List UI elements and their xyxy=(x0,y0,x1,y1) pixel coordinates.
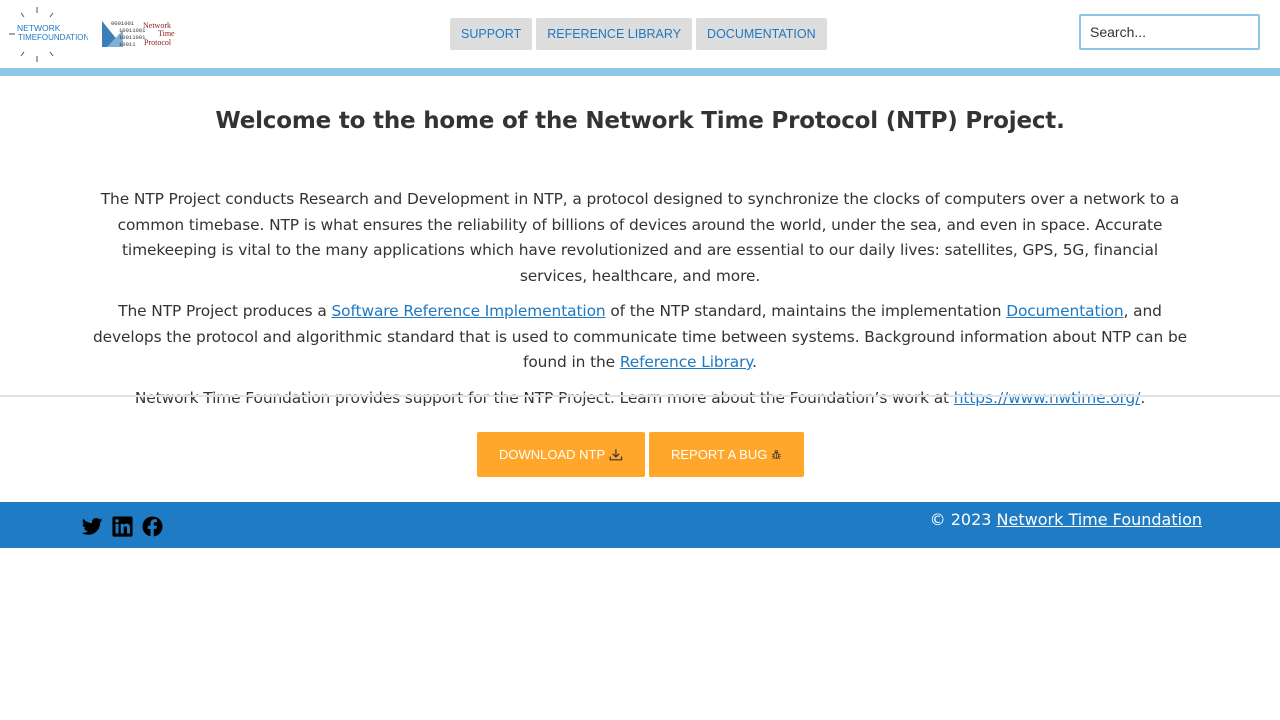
facebook-icon[interactable] xyxy=(142,516,163,537)
nav-support[interactable]: SUPPORT xyxy=(450,18,533,50)
svg-text:Protocol: Protocol xyxy=(144,38,172,47)
report-bug-button[interactable]: REPORT A BUG xyxy=(649,432,804,477)
paragraph-text: . xyxy=(752,353,757,371)
action-buttons: DOWNLOAD NTP REPORT A BUG xyxy=(477,432,804,477)
intro-paragraph-2: The NTP Project produces a Software Refe… xyxy=(88,299,1192,376)
nav-reference-library[interactable]: REFERENCE LIBRARY xyxy=(536,18,693,50)
report-bug-label: REPORT A BUG xyxy=(671,447,768,462)
reference-library-link[interactable]: Reference Library xyxy=(620,353,752,371)
intro-paragraph-1: The NTP Project conducts Research and De… xyxy=(100,190,1180,285)
paragraph-text: of the NTP standard, maintains the imple… xyxy=(605,302,1007,320)
svg-text:10011001: 10011001 xyxy=(119,34,146,41)
network-time-foundation-logo[interactable]: NETWORK TIME FOUNDATION xyxy=(8,6,88,63)
intro-content: The NTP Project conducts Research and De… xyxy=(88,187,1192,421)
header-accent-bar xyxy=(0,68,1280,76)
nav-documentation[interactable]: DOCUMENTATION xyxy=(696,18,827,50)
social-links xyxy=(81,516,163,537)
footer-nwtf-link[interactable]: Network Time Foundation xyxy=(997,510,1202,529)
nwtime-link[interactable]: https://www.nwtime.org/ xyxy=(954,389,1141,407)
documentation-link[interactable]: Documentation xyxy=(1006,302,1123,320)
paragraph-text: . xyxy=(1140,388,1146,407)
site-header: NETWORK TIME FOUNDATION 0001001 10011001… xyxy=(0,0,1280,68)
download-icon xyxy=(609,449,623,461)
svg-text:TIME: TIME xyxy=(18,33,37,42)
ntp-logo[interactable]: 0001001 10011001 10011001 10011 Network … xyxy=(101,20,183,48)
section-divider xyxy=(0,395,1280,397)
download-ntp-label: DOWNLOAD NTP xyxy=(499,447,606,462)
search-input[interactable] xyxy=(1079,14,1260,50)
svg-text:0001001: 0001001 xyxy=(111,20,135,27)
svg-text:FOUNDATION: FOUNDATION xyxy=(37,33,88,42)
svg-text:NETWORK: NETWORK xyxy=(17,23,61,33)
bug-icon xyxy=(772,450,782,460)
twitter-icon[interactable] xyxy=(81,516,103,537)
main-nav: SUPPORT REFERENCE LIBRARY DOCUMENTATION xyxy=(450,18,827,50)
svg-text:10011: 10011 xyxy=(119,41,136,48)
intro-paragraph-3: Network Time Foundation provides support… xyxy=(88,386,1192,412)
svg-text:Time: Time xyxy=(158,29,175,38)
page-title: Welcome to the home of the Network Time … xyxy=(215,108,1065,134)
site-footer: © 2023 Network Time Foundation xyxy=(0,502,1280,548)
download-ntp-button[interactable]: DOWNLOAD NTP xyxy=(477,432,645,477)
paragraph-text: Network Time Foundation provides support… xyxy=(134,388,954,407)
linkedin-icon[interactable] xyxy=(112,516,133,537)
copyright-text: © 2023 xyxy=(929,510,997,529)
copyright-notice: © 2023 Network Time Foundation xyxy=(930,510,1202,529)
paragraph-text: The NTP Project produces a xyxy=(118,302,332,320)
software-reference-implementation-link[interactable]: Software Reference Implementation xyxy=(332,302,606,320)
